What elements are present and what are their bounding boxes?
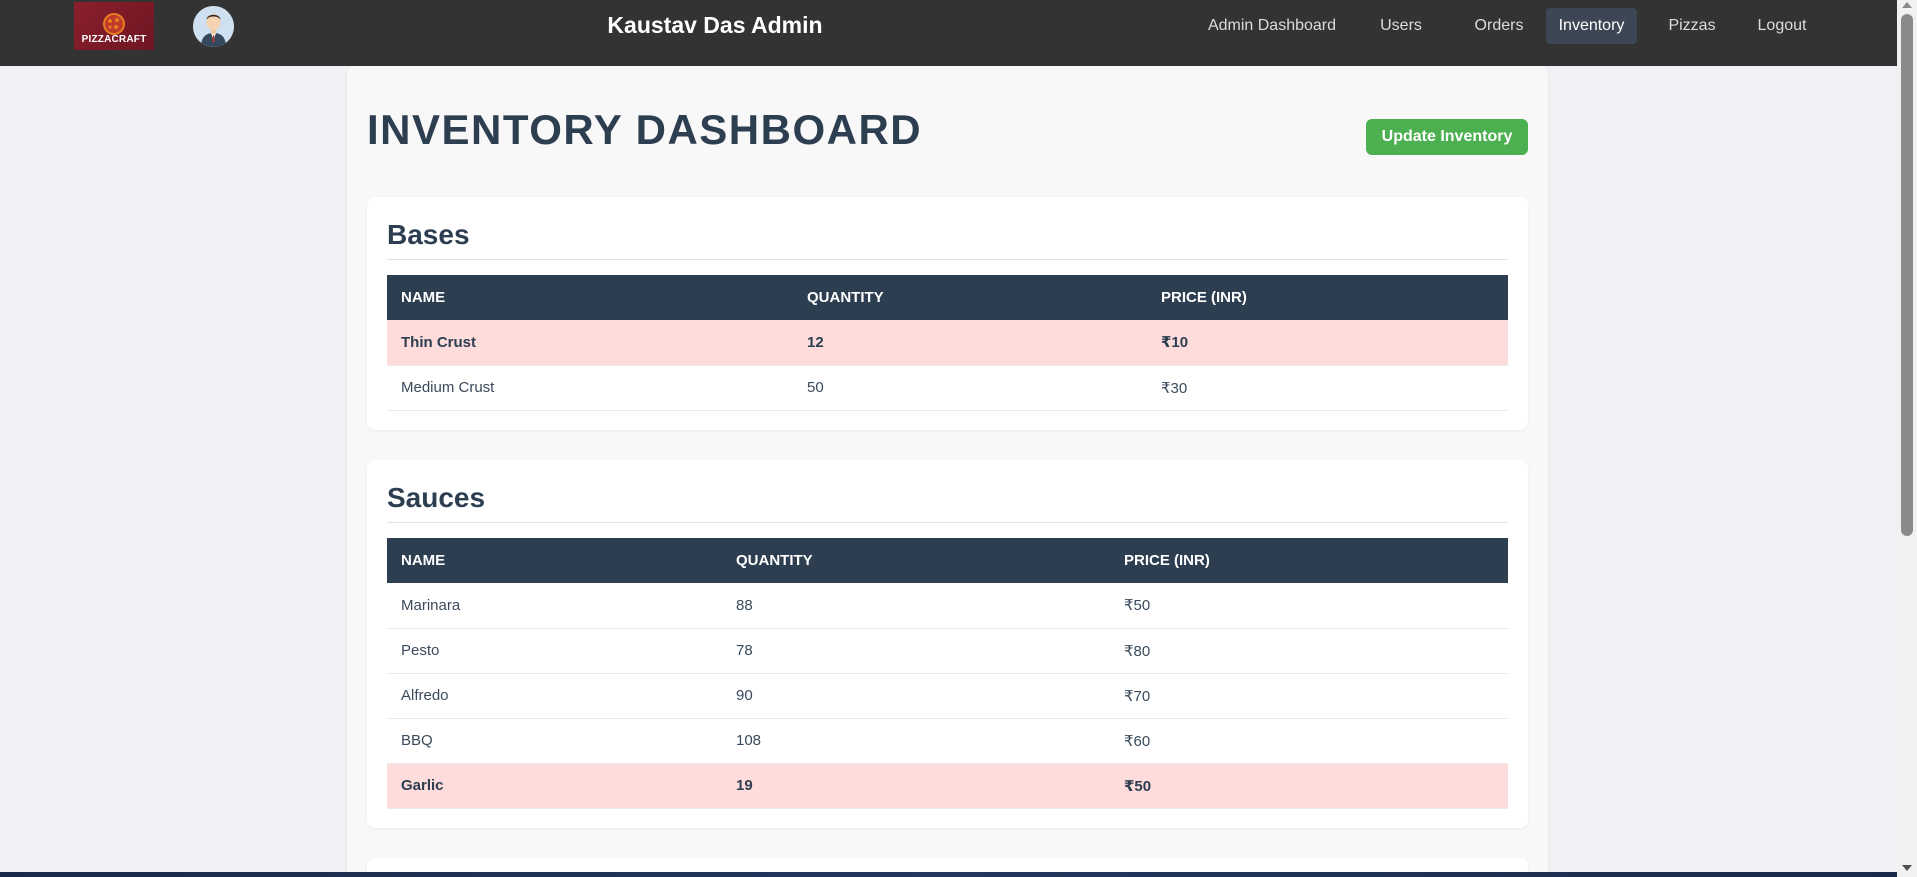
cell-quantity: 19	[736, 777, 753, 794]
scroll-down-arrow-icon[interactable]	[1902, 865, 1912, 871]
cell-quantity: 90	[736, 687, 753, 704]
nav-logout[interactable]: Logout	[1745, 8, 1819, 44]
header-price: Price (INR)	[1124, 552, 1210, 569]
section-divider	[387, 522, 1508, 523]
page-title: INVENTORY DASHBOARD	[367, 106, 923, 153]
cell-name: Medium Crust	[401, 379, 495, 396]
header-price: Price (INR)	[1161, 289, 1247, 306]
bases-table: Name Quantity Price (INR) Thin Crust 12 …	[387, 275, 1508, 411]
nav-inventory[interactable]: Inventory	[1546, 8, 1637, 44]
table-row: Alfredo 90 ₹70	[387, 673, 1508, 718]
table-header-row: Name Quantity Price (INR)	[387, 275, 1508, 320]
scroll-thumb[interactable]	[1901, 14, 1913, 536]
table-header-row: Name Quantity Price (INR)	[387, 538, 1508, 583]
cell-name: Alfredo	[401, 687, 449, 704]
section-title: Sauces	[387, 482, 486, 513]
cell-price: ₹30	[1161, 379, 1188, 397]
header-name: Name	[401, 289, 446, 306]
scroll-up-arrow-icon[interactable]	[1902, 2, 1912, 8]
header-quantity: Quantity	[736, 552, 813, 569]
top-navbar: PIZZACRAFT Kaustav Das Admin Admin Dashb…	[0, 0, 1897, 66]
cell-quantity: 12	[807, 333, 824, 351]
header-quantity: Quantity	[807, 289, 884, 306]
cell-quantity: 50	[807, 379, 824, 396]
nav-pizzas[interactable]: Pizzas	[1656, 8, 1728, 44]
bottom-strip	[0, 872, 1897, 877]
table-row: Thin Crust 12 ₹10	[387, 320, 1508, 365]
cell-name: BBQ	[401, 732, 433, 749]
cell-quantity: 78	[736, 642, 753, 659]
section-title: Bases	[387, 219, 470, 250]
nav-users[interactable]: Users	[1364, 8, 1438, 44]
bases-card: Bases Name Quantity Price (INR) Thin Cru…	[367, 197, 1528, 430]
cell-quantity: 88	[736, 596, 753, 614]
nav-links: Admin Dashboard Users Orders Inventory P…	[0, 8, 1897, 44]
cell-name: Thin Crust	[401, 333, 476, 351]
nav-admin-dashboard[interactable]: Admin Dashboard	[1197, 8, 1347, 44]
cell-price: ₹50	[1124, 777, 1152, 795]
table-row: Marinara 88 ₹50	[387, 583, 1508, 628]
table-row: Medium Crust 50 ₹30	[387, 365, 1508, 410]
cell-quantity: 108	[736, 732, 762, 749]
cell-name: Marinara	[401, 596, 461, 614]
nav-orders[interactable]: Orders	[1455, 8, 1543, 44]
page-scrollbar[interactable]	[1897, 0, 1917, 877]
cell-name: Garlic	[401, 777, 444, 794]
section-divider	[387, 259, 1508, 260]
table-row: Pesto 78 ₹80	[387, 628, 1508, 673]
cell-price: ₹10	[1161, 334, 1189, 352]
cell-price: ₹60	[1124, 732, 1151, 750]
table-row: Garlic 19 ₹50	[387, 763, 1508, 808]
cell-name: Pesto	[401, 642, 440, 659]
cell-price: ₹80	[1124, 642, 1151, 660]
sauces-table: Name Quantity Price (INR) Marinara 88 ₹5…	[387, 538, 1508, 809]
update-inventory-button[interactable]: Update Inventory	[1366, 119, 1528, 155]
cell-price: ₹50	[1124, 597, 1151, 615]
sauces-card: Sauces Name Quantity Price (INR) Marinar…	[367, 460, 1528, 828]
table-row: BBQ 108 ₹60	[387, 718, 1508, 763]
header-name: Name	[401, 552, 446, 569]
cell-price: ₹70	[1124, 687, 1151, 705]
